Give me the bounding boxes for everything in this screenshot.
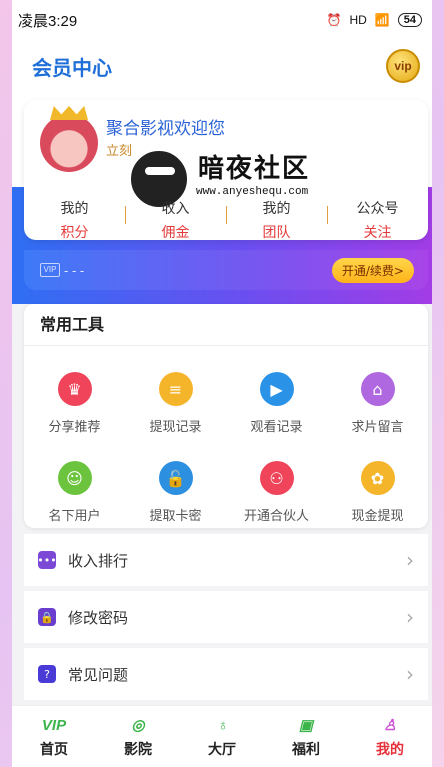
tool-item[interactable]: ⚇ 开通合伙人	[226, 461, 327, 524]
stat-commission[interactable]: 收入 佣金	[125, 198, 226, 242]
tab-label: 我的	[376, 742, 404, 758]
chevron-right-icon: ›	[406, 662, 414, 686]
vip-badge-icon[interactable]: vip	[386, 49, 420, 83]
crown-icon: ♛	[57, 372, 92, 406]
vip-card-icon: VIP	[40, 263, 60, 277]
vip-status: VIP - - -	[40, 263, 84, 278]
battery-icon: 54	[397, 13, 422, 27]
tool-label: 观看记录	[250, 420, 303, 435]
page-title: 会员中心	[32, 55, 112, 80]
tool-item[interactable]: ≡ 提现记录	[125, 372, 226, 435]
tools-grid: ♛ 分享推荐 ≡ 提现记录 ▶ 观看记录 ⌂ 求片留言 ☺ 名下用户 🔓 提取卡密 ⚇ 开通合伙人 ✿ 现金提…	[24, 346, 428, 524]
vip-status-bar: VIP - - - 开通/续费>	[24, 250, 428, 290]
wifi-icon: 📶	[374, 13, 390, 27]
tool-label: 求片留言	[351, 420, 404, 435]
tool-item[interactable]: ✿ 现金提现	[327, 461, 428, 524]
tool-item[interactable]: ☺ 名下用户	[24, 461, 125, 524]
tab-label: 影院	[124, 742, 152, 758]
unlock-icon: 🔓	[158, 461, 193, 495]
tab-item[interactable]: ▣ 福利	[264, 706, 348, 767]
menu-item[interactable]: ••• 收入排行 ›	[24, 534, 428, 586]
tab-item[interactable]: ♙ 我的	[348, 706, 432, 767]
tab-label: 福利	[292, 742, 320, 758]
tool-item[interactable]: ♛ 分享推荐	[24, 372, 125, 435]
welcome-text: 聚合影视欢迎您	[106, 119, 225, 139]
film-reel-icon: ◎	[131, 717, 145, 734]
menu-item-label: 修改密码	[68, 608, 129, 627]
vip-home-icon: VIP	[41, 716, 67, 734]
planet-icon: ♁	[216, 716, 228, 734]
store-icon: ⌂	[360, 372, 395, 406]
bottom-tab-bar: VIP 首页 ◎ 影院 ♁ 大厅 ▣ 福利 ♙ 我的	[12, 705, 432, 767]
alarm-icon: ⏰	[326, 13, 342, 27]
tool-item[interactable]: ⌂ 求片留言	[327, 372, 428, 435]
tab-label: 大厅	[208, 742, 236, 758]
stat-team[interactable]: 我的 团队	[226, 198, 327, 242]
tool-item[interactable]: 🔓 提取卡密	[125, 461, 226, 524]
chat-dots-icon: •••	[37, 551, 57, 569]
chevron-right-icon: ›	[406, 605, 414, 629]
watermark-url: www.anyeshequ.com	[196, 186, 309, 198]
stat-follow[interactable]: 公众号 关注	[327, 198, 428, 242]
menu-list: ••• 收入排行 › 🔒 修改密码 ›? 常见问题 ›	[24, 534, 428, 705]
status-bar: 凌晨3:29 ⏰ HD 📶 54	[12, 0, 432, 40]
gift-icon: ▣	[298, 717, 314, 734]
lock-icon: 🔒	[38, 608, 56, 626]
tool-label: 提取卡密	[149, 509, 202, 524]
app-screen: 凌晨3:29 ⏰ HD 📶 54 会员中心 vip 聚合影视欢迎您 立刻 暗夜社…	[12, 0, 432, 767]
tab-item[interactable]: VIP 首页	[12, 706, 96, 767]
user-card-icon: ☺	[57, 461, 92, 495]
play-icon: ▶	[259, 372, 294, 406]
renew-button[interactable]: 开通/续费>	[331, 257, 414, 283]
watermark-title: 暗夜社区	[198, 154, 311, 184]
chevron-right-icon: ›	[406, 548, 414, 572]
user-icon: ♙	[383, 717, 397, 734]
vip-status-text: - - -	[64, 262, 85, 278]
tool-label: 提现记录	[149, 420, 202, 435]
gear-coin-icon: ✿	[360, 461, 395, 495]
status-time: 凌晨3:29	[18, 12, 78, 30]
tab-item[interactable]: ♁ 大厅	[180, 706, 264, 767]
tools-title: 常用工具	[24, 304, 428, 346]
menu-item-label: 收入排行	[68, 551, 129, 570]
signal-icon: HD	[349, 13, 367, 27]
tool-label: 名下用户	[48, 509, 101, 524]
profile-hero: 聚合影视欢迎您 立刻 暗夜社区 www.anyeshequ.com 我的 积分 …	[12, 92, 432, 304]
tool-item[interactable]: ▶ 观看记录	[226, 372, 327, 435]
menu-item-label: 常见问题	[68, 665, 129, 684]
tool-label: 开通合伙人	[243, 509, 309, 524]
tool-label: 现金提现	[351, 509, 404, 524]
menu-item[interactable]: ? 常见问题 ›	[24, 648, 428, 700]
page-header: 会员中心 vip	[12, 40, 432, 92]
menu-item[interactable]: 🔒 修改密码 ›	[24, 591, 428, 643]
avatar[interactable]	[40, 114, 98, 172]
question-icon: ?	[38, 665, 56, 683]
tab-item[interactable]: ◎ 影院	[96, 706, 180, 767]
tool-label: 分享推荐	[48, 420, 101, 435]
tools-card: 常用工具 ♛ 分享推荐 ≡ 提现记录 ▶ 观看记录 ⌂ 求片留言 ☺ 名下用户 🔓 提取卡密 ⚇ 开通合伙…	[24, 304, 428, 528]
status-icons: ⏰ HD 📶 54	[326, 13, 422, 27]
tab-label: 首页	[40, 742, 68, 758]
network-icon: ⚇	[259, 461, 294, 495]
stat-points[interactable]: 我的 积分	[24, 198, 125, 242]
stats-row: 我的 积分 收入 佣金 我的 团队 公众号 关注	[24, 198, 428, 242]
coins-icon: ≡	[158, 372, 193, 406]
user-card: 聚合影视欢迎您 立刻 暗夜社区 www.anyeshequ.com 我的 积分 …	[24, 100, 428, 242]
